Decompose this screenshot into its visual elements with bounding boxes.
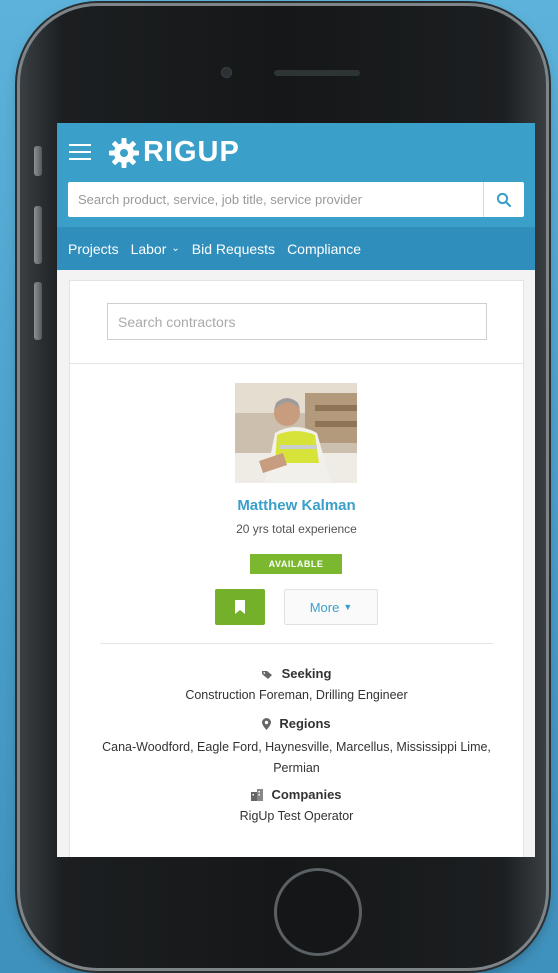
search-icon xyxy=(496,192,512,207)
regions-text: Cana-Woodford, Eagle Ford, Haynesville, … xyxy=(102,740,491,775)
seeking-heading: Seeking xyxy=(70,666,523,681)
chevron-down-icon: ⌄ xyxy=(171,243,180,254)
companies-text: RigUp Test Operator xyxy=(239,809,354,823)
divider xyxy=(100,643,493,644)
bookmark-icon xyxy=(235,600,245,614)
map-marker-icon xyxy=(262,717,272,730)
status-badge: AVAILABLE xyxy=(250,554,342,574)
contractor-card: Matthew Kalman 20 yrs total experience A… xyxy=(69,280,524,857)
more-button[interactable]: More ▼ xyxy=(284,589,378,625)
nav-labor-label: Labor xyxy=(130,240,167,257)
regions-title: Regions xyxy=(279,716,331,731)
app-logo[interactable]: RIGUP xyxy=(143,136,240,169)
nav-compliance[interactable]: Compliance xyxy=(287,241,361,257)
avatar-photo xyxy=(235,383,357,483)
home-button[interactable] xyxy=(274,868,362,956)
more-button-label: More xyxy=(309,599,340,615)
bookmark-button[interactable] xyxy=(215,589,265,625)
contractor-search-input[interactable] xyxy=(107,303,487,340)
nav-projects[interactable]: Projects xyxy=(68,241,119,257)
experience-text: 20 yrs total experience xyxy=(236,522,357,536)
seeking-title: Seeking xyxy=(281,666,332,681)
avatar[interactable] xyxy=(235,383,357,483)
seeking-text: Construction Foreman, Drilling Engineer xyxy=(185,688,408,702)
global-search-bar xyxy=(68,182,524,217)
nav-projects-label: Projects xyxy=(68,240,119,257)
app-screen: RIGUP Projects Labor ⌄ Bid Requests xyxy=(57,123,535,857)
main-nav: Projects Labor ⌄ Bid Requests Compliance xyxy=(57,227,535,270)
contractor-search-section xyxy=(70,281,523,364)
contractor-name[interactable]: Matthew Kalman xyxy=(70,497,523,514)
earpiece-speaker xyxy=(274,70,360,76)
companies-title: Companies xyxy=(271,787,342,802)
global-search-button[interactable] xyxy=(483,182,524,217)
mute-switch xyxy=(34,146,42,176)
tag-icon xyxy=(261,670,272,679)
volume-down-button xyxy=(34,282,42,340)
caret-down-icon: ▼ xyxy=(343,602,353,612)
nav-compliance-label: Compliance xyxy=(287,240,361,257)
global-search-input[interactable] xyxy=(68,182,478,217)
nav-bid-requests-label: Bid Requests xyxy=(191,240,276,257)
gear-logo-icon xyxy=(109,138,139,168)
hamburger-menu-icon[interactable] xyxy=(69,144,91,160)
front-camera xyxy=(221,67,232,78)
regions-heading: Regions xyxy=(70,716,523,731)
companies-heading: Companies xyxy=(70,787,523,802)
nav-bid-requests[interactable]: Bid Requests xyxy=(192,241,275,257)
volume-up-button xyxy=(34,206,42,264)
nav-labor[interactable]: Labor ⌄ xyxy=(131,241,180,257)
building-icon xyxy=(251,788,264,801)
app-header: RIGUP Projects Labor ⌄ Bid Requests xyxy=(57,123,535,270)
